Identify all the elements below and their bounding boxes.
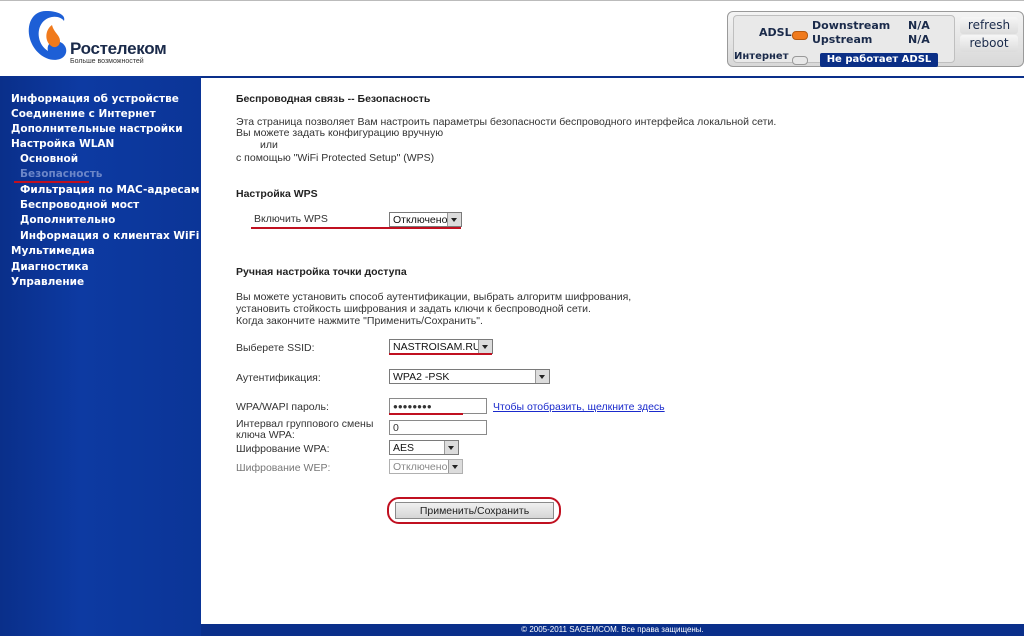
internet-label: Интернет <box>734 51 789 62</box>
manual-section-title: Ручная настройка точки доступа <box>236 266 407 278</box>
sidebar-item-security[interactable]: Безопасность <box>20 168 102 180</box>
intro-line-4: с помощью "WiFi Protected Setup" (WPS) <box>236 152 435 164</box>
sidebar-item-additional[interactable]: Дополнительно <box>20 214 115 226</box>
wpa-encryption-value: AES <box>393 442 415 454</box>
wpa-encryption-label: Шифрование WPA: <box>236 443 330 455</box>
downstream-value: N/A <box>908 19 930 32</box>
wps-enable-label: Включить WPS <box>254 213 328 225</box>
wep-encryption-value: Отключено <box>393 461 448 473</box>
adsl-status-message: Не работает ADSL <box>820 53 938 67</box>
reboot-button[interactable]: reboot <box>960 35 1018 52</box>
chevron-down-icon <box>447 213 461 226</box>
adsl-label: ADSL <box>759 26 792 39</box>
wpa-encryption-select[interactable]: AES <box>389 440 459 455</box>
apply-save-button[interactable]: Применить/Сохранить <box>395 502 554 519</box>
wep-encryption-label: Шифрование WEP: <box>236 462 331 474</box>
brand-name: Ростелеком <box>70 39 167 58</box>
ssid-value: NASTROISAM.RU <box>393 341 481 353</box>
manual-line-1: Вы можете установить способ аутентификац… <box>236 291 632 303</box>
status-panel: ADSL Downstream N/A Upstream N/A Интерне… <box>727 11 1024 67</box>
downstream-label: Downstream <box>812 19 891 32</box>
sidebar-item-internet[interactable]: Соединение с Интернет <box>11 108 156 120</box>
manual-line-2: установить стойкость шифрования и задать… <box>236 303 591 315</box>
adsl-led-icon <box>792 31 808 40</box>
manual-line-3: Когда закончите нажмите "Применить/Сохра… <box>236 315 483 327</box>
auth-label: Аутентификация: <box>236 372 321 384</box>
password-input[interactable]: ●●●●●●●● <box>389 398 487 414</box>
group-key-input[interactable]: 0 <box>389 420 487 435</box>
sidebar-item-device-info[interactable]: Информация об устройстве <box>11 93 179 105</box>
wps-highlight-underline <box>251 227 461 229</box>
footer-copyright: © 2005-2011 SAGEMCOM. Все права защищены… <box>201 624 1024 636</box>
brand-slogan: Больше возможностей <box>70 58 144 65</box>
auth-value: WPA2 -PSK <box>393 371 450 383</box>
upstream-value: N/A <box>908 33 930 46</box>
internet-led-icon <box>792 56 808 65</box>
wps-section-title: Настройка WPS <box>236 188 318 200</box>
sidebar-item-wireless-bridge[interactable]: Беспроводной мост <box>20 199 139 211</box>
intro-line-2: Вы можете задать конфигурацию вручную <box>236 127 444 139</box>
sidebar-item-multimedia[interactable]: Мультимедиа <box>11 245 95 257</box>
status-inner: ADSL Downstream N/A Upstream N/A Интерне… <box>733 15 955 67</box>
wep-encryption-select[interactable]: Отключено <box>389 459 463 474</box>
ssid-highlight-underline <box>389 353 492 355</box>
ssid-select[interactable]: NASTROISAM.RU <box>389 339 493 354</box>
page-title: Беспроводная связь -- Безопасность <box>236 93 431 105</box>
refresh-button[interactable]: refresh <box>960 17 1018 34</box>
intro-line-3: или <box>260 139 278 151</box>
group-key-label-2: ключа WPA: <box>236 429 295 441</box>
header: Ростелеком Больше возможностей ADSL Down… <box>0 0 1024 77</box>
sidebar-item-wlan[interactable]: Настройка WLAN <box>11 138 114 150</box>
chevron-down-icon <box>448 460 462 473</box>
show-password-link[interactable]: Чтобы отобразить, щелкните здесь <box>493 401 665 413</box>
sidebar: Информация об устройстве Соединение с Ин… <box>0 76 201 636</box>
sidebar-item-wifi-clients[interactable]: Информация о клиентах WiFi <box>20 230 199 242</box>
auth-select[interactable]: WPA2 -PSK <box>389 369 550 384</box>
wps-enable-value: Отключено <box>393 214 448 226</box>
sidebar-item-management[interactable]: Управление <box>11 276 84 288</box>
wps-enable-select[interactable]: Отключено <box>389 212 462 227</box>
chevron-down-icon <box>444 441 458 454</box>
sidebar-item-mac-filter[interactable]: Фильтрация по MAC-адресам <box>20 184 199 196</box>
sidebar-item-diagnostics[interactable]: Диагностика <box>11 261 89 273</box>
ssid-label: Выберете SSID: <box>236 342 315 354</box>
sidebar-item-advanced[interactable]: Дополнительные настройки <box>11 123 183 135</box>
upstream-label: Upstream <box>812 33 873 46</box>
password-label: WPA/WAPI пароль: <box>236 401 329 413</box>
sidebar-item-basic[interactable]: Основной <box>20 153 78 165</box>
security-highlight-underline <box>14 181 89 183</box>
password-highlight-underline <box>389 413 463 415</box>
chevron-down-icon <box>535 370 549 383</box>
chevron-down-icon <box>478 340 492 353</box>
